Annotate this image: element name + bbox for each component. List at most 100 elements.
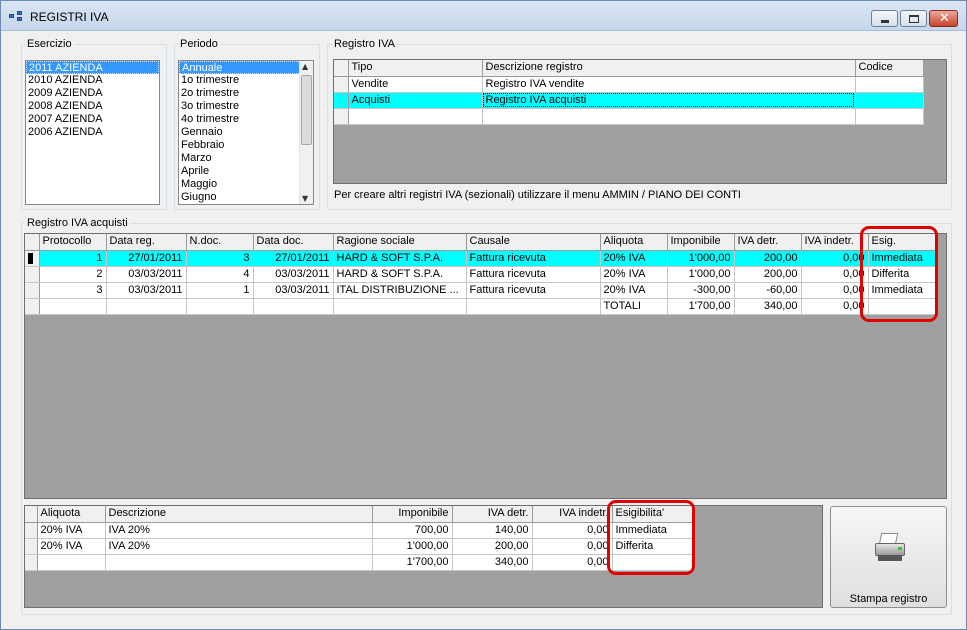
cell-iva-indetr[interactable]: 0,00: [801, 282, 869, 299]
maximize-button[interactable]: [900, 10, 927, 27]
cell-iva-indetr[interactable]: 0,00: [801, 250, 869, 267]
col-protocollo[interactable]: Protocollo: [39, 234, 107, 251]
cell-ndoc[interactable]: 4: [186, 266, 254, 283]
col-data-reg[interactable]: Data reg.: [106, 234, 187, 251]
col-imponibile[interactable]: Imponibile: [667, 234, 735, 251]
col-descrizione[interactable]: Descrizione: [105, 506, 373, 523]
cell-descrizione[interactable]: Registro IVA vendite: [482, 76, 856, 93]
cell-tipo[interactable]: Vendite: [348, 76, 483, 93]
title-bar[interactable]: REGISTRI IVA ✕: [1, 1, 966, 31]
cell-iva-detr[interactable]: 200,00: [734, 266, 802, 283]
col-codice[interactable]: Codice: [855, 60, 924, 77]
table-row-selected[interactable]: Acquisti Registro IVA acquisti: [334, 92, 924, 109]
table-row[interactable]: 20% IVA IVA 20% 1'000,00 200,00 0,00 Dif…: [25, 538, 693, 555]
cell-data-doc[interactable]: 03/03/2011: [253, 266, 334, 283]
cell-tipo[interactable]: Acquisti: [348, 92, 483, 109]
periodo-list-item[interactable]: 4o trimestre: [179, 113, 313, 126]
periodo-scrollbar[interactable]: ▲ ▼: [299, 61, 313, 204]
cell-ragione-sociale[interactable]: ITAL DISTRIBUZIONE ...: [333, 282, 467, 299]
acquisti-grid[interactable]: Protocollo Data reg. N.doc. Data doc. Ra…: [24, 233, 947, 499]
cell-aliquota[interactable]: 20% IVA: [600, 250, 668, 267]
col-data-doc[interactable]: Data doc.: [253, 234, 334, 251]
esercizio-listbox[interactable]: 2011 AZIENDA 2010 AZIENDA 2009 AZIENDA 2008…: [25, 60, 160, 205]
periodo-list-item[interactable]: Gennaio: [179, 126, 313, 139]
col-ndoc[interactable]: N.doc.: [186, 234, 254, 251]
periodo-list-item[interactable]: Giugno: [179, 191, 313, 204]
cell-ndoc[interactable]: 1: [186, 282, 254, 299]
cell-causale[interactable]: Fattura ricevuta: [466, 282, 601, 299]
periodo-listbox[interactable]: Annuale 1o trimestre 2o trimestre 3o trimes…: [178, 60, 314, 205]
table-row-new[interactable]: [334, 108, 924, 125]
cell-causale[interactable]: Fattura ricevuta: [466, 266, 601, 283]
cell-aliquota[interactable]: 20% IVA: [600, 266, 668, 283]
table-row[interactable]: Vendite Registro IVA vendite: [334, 76, 924, 93]
cell-iva-detr[interactable]: 200,00: [734, 250, 802, 267]
cell-iva-indetr[interactable]: 0,00: [532, 538, 613, 555]
cell-data-doc[interactable]: 03/03/2011: [253, 282, 334, 299]
cell-imponibile[interactable]: 1'000,00: [667, 266, 735, 283]
table-row-selected[interactable]: 1 27/01/2011 3 27/01/2011 HARD & SOFT S.…: [25, 250, 936, 267]
cell-data-doc[interactable]: 27/01/2011: [253, 250, 334, 267]
cell-iva-indetr[interactable]: 0,00: [801, 266, 869, 283]
col-iva-detr[interactable]: IVA detr.: [734, 234, 802, 251]
col-iva-detr[interactable]: IVA detr.: [452, 506, 533, 523]
cell-data-reg[interactable]: 27/01/2011: [106, 250, 187, 267]
esercizio-list-item[interactable]: 2011 AZIENDA: [26, 61, 159, 74]
cell-iva-detr[interactable]: 200,00: [452, 538, 533, 555]
periodo-list-item[interactable]: Febbraio: [179, 139, 313, 152]
riepilogo-grid[interactable]: Aliquota Descrizione Imponibile IVA detr…: [24, 505, 823, 608]
table-row[interactable]: 3 03/03/2011 1 03/03/2011 ITAL DISTRIBUZ…: [25, 282, 936, 299]
cell-protocollo[interactable]: 2: [39, 266, 107, 283]
cell-iva-detr[interactable]: 140,00: [452, 522, 533, 539]
cell-data-reg[interactable]: 03/03/2011: [106, 282, 187, 299]
periodo-list-item[interactable]: Maggio: [179, 178, 313, 191]
minimize-button[interactable]: [871, 10, 898, 27]
cell-imponibile[interactable]: -300,00: [667, 282, 735, 299]
col-descrizione-registro[interactable]: Descrizione registro: [482, 60, 856, 77]
periodo-list-item[interactable]: 1o trimestre: [179, 74, 313, 87]
cell-aliquota[interactable]: 20% IVA: [37, 522, 106, 539]
periodo-list-item[interactable]: Marzo: [179, 152, 313, 165]
cell-imponibile[interactable]: 1'000,00: [372, 538, 453, 555]
esercizio-list-item[interactable]: 2008 AZIENDA: [26, 100, 159, 113]
cell-imponibile[interactable]: 700,00: [372, 522, 453, 539]
cell-ragione-sociale[interactable]: HARD & SOFT S.P.A.: [333, 250, 467, 267]
periodo-list-item[interactable]: Annuale: [179, 61, 313, 74]
cell-aliquota[interactable]: 20% IVA: [37, 538, 106, 555]
table-row[interactable]: 2 03/03/2011 4 03/03/2011 HARD & SOFT S.…: [25, 266, 936, 283]
col-tipo[interactable]: Tipo: [348, 60, 483, 77]
col-imponibile[interactable]: Imponibile: [372, 506, 453, 523]
col-causale[interactable]: Causale: [466, 234, 601, 251]
table-row[interactable]: 20% IVA IVA 20% 700,00 140,00 0,00 Immed…: [25, 522, 693, 539]
cell-aliquota[interactable]: 20% IVA: [600, 282, 668, 299]
scroll-down-icon[interactable]: ▼: [302, 194, 308, 203]
cell-codice[interactable]: [855, 92, 924, 109]
col-iva-indetr[interactable]: IVA indetr.: [801, 234, 869, 251]
cell-iva-detr[interactable]: -60,00: [734, 282, 802, 299]
cell-descrizione[interactable]: IVA 20%: [105, 538, 373, 555]
registro-iva-grid[interactable]: Tipo Descrizione registro Codice Vendite…: [333, 59, 947, 184]
esercizio-list-item[interactable]: 2009 AZIENDA: [26, 87, 159, 100]
cell-causale[interactable]: Fattura ricevuta: [466, 250, 601, 267]
esercizio-list-item[interactable]: 2006 AZIENDA: [26, 126, 159, 139]
scroll-thumb[interactable]: [301, 75, 312, 145]
cell-imponibile[interactable]: 1'000,00: [667, 250, 735, 267]
periodo-list-item[interactable]: Aprile: [179, 165, 313, 178]
stampa-registro-button[interactable]: Stampa registro: [830, 506, 947, 608]
cell-ragione-sociale[interactable]: HARD & SOFT S.P.A.: [333, 266, 467, 283]
col-aliquota[interactable]: Aliquota: [37, 506, 106, 523]
cell-iva-indetr[interactable]: 0,00: [532, 522, 613, 539]
cell-protocollo[interactable]: 1: [39, 250, 107, 267]
periodo-list-item[interactable]: 2o trimestre: [179, 87, 313, 100]
cell-protocollo[interactable]: 3: [39, 282, 107, 299]
cell-data-reg[interactable]: 03/03/2011: [106, 266, 187, 283]
periodo-list-item[interactable]: 3o trimestre: [179, 100, 313, 113]
col-aliquota[interactable]: Aliquota: [600, 234, 668, 251]
cell-descrizione[interactable]: Registro IVA acquisti: [482, 92, 856, 109]
col-iva-indetr[interactable]: IVA indetr.: [532, 506, 613, 523]
esercizio-list-item[interactable]: 2007 AZIENDA: [26, 113, 159, 126]
cell-ndoc[interactable]: 3: [186, 250, 254, 267]
col-ragione-sociale[interactable]: Ragione sociale: [333, 234, 467, 251]
cell-descrizione[interactable]: IVA 20%: [105, 522, 373, 539]
esercizio-list-item[interactable]: 2010 AZIENDA: [26, 74, 159, 87]
